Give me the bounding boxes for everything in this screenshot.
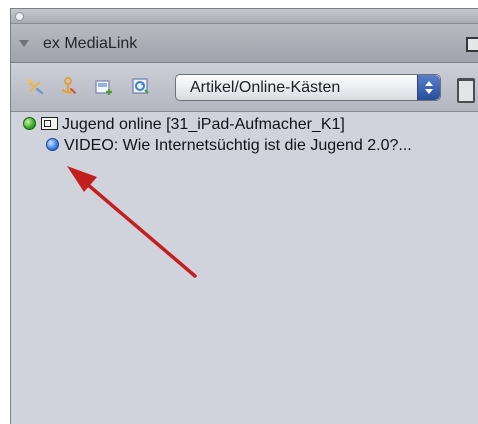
annotation-arrow-icon xyxy=(67,166,197,278)
